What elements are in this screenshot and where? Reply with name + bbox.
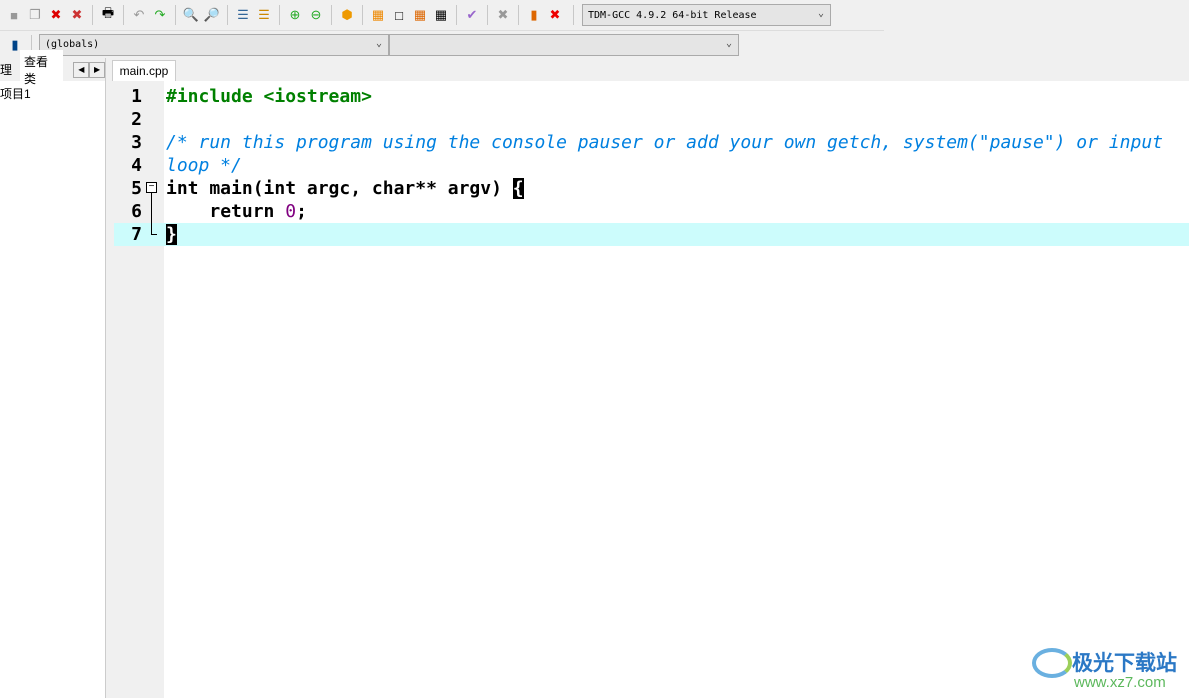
line-number: 5 <box>131 178 142 199</box>
separator <box>123 5 124 25</box>
code-text: int main(int argc, char** argv) { <box>166 177 1185 200</box>
compile-run-icon[interactable]: ▦ <box>411 6 429 24</box>
line-number: 4 <box>131 155 142 176</box>
code-editor[interactable]: 1 #include <iostream> 2 3/* run this progra… <box>114 81 1189 698</box>
indent-icon[interactable]: ☰ <box>234 6 252 24</box>
tab-scroll-right[interactable]: ▶ <box>89 61 106 78</box>
scope-select[interactable]: (globals) ⌄ <box>39 33 389 56</box>
separator <box>456 5 457 25</box>
tab-project[interactable]: 理 <box>0 61 14 78</box>
code-line[interactable]: 3/* run this program using the console p… <box>114 131 1189 176</box>
code-token: int main(int argc, char** argv) <box>166 178 513 199</box>
watermark-swirl-icon <box>1032 648 1072 678</box>
fold-line <box>151 193 157 235</box>
code-token: return <box>166 201 286 222</box>
watermark-title: 极光下载站 <box>1072 652 1177 675</box>
compile-icon[interactable]: ▦ <box>369 6 387 24</box>
code-text: return 0; <box>166 200 1185 223</box>
code-line[interactable]: 1 #include <iostream> <box>114 85 1189 108</box>
close-file-icon[interactable]: ✖ <box>47 6 65 24</box>
unindent-icon[interactable]: ☰ <box>255 6 273 24</box>
delete-profile-icon[interactable]: ✖ <box>546 6 564 24</box>
member-select[interactable]: ⌄ <box>389 33 739 56</box>
separator <box>487 5 488 25</box>
line-number: 6 <box>131 201 142 222</box>
watermark-logo: 极光下载站 www.xz7.com <box>1030 640 1180 695</box>
editor-tab-label: main.cpp <box>119 64 169 78</box>
main-toolbar: ■ ❐ ✖ ✖ 🖶 ↶ ↷ 🔍 🔎 ☰ ☰ ⊕ ⊖ ⬢ ▦ □ ▦ ▦ ✔ ✖ … <box>0 0 884 31</box>
code-text: } <box>166 223 1185 246</box>
scope-value: (globals) <box>45 39 100 50</box>
replace-icon[interactable]: 🔎 <box>203 6 221 24</box>
tab-scroll-left[interactable]: ◀ <box>73 61 90 78</box>
line-number: 3 <box>131 132 142 153</box>
code-token: { <box>512 178 524 199</box>
separator <box>573 5 574 25</box>
separator <box>175 5 176 25</box>
new-icon[interactable]: ■ <box>5 6 23 24</box>
code-token: ; <box>296 201 307 222</box>
code-token: } <box>166 224 177 245</box>
rebuild-icon[interactable]: ▦ <box>432 6 450 24</box>
tab-classes[interactable]: 查看类 <box>20 49 64 90</box>
copy-icon[interactable]: ❐ <box>26 6 44 24</box>
code-line[interactable]: 7} <box>114 223 1189 246</box>
syntax-check-icon[interactable]: ✔ <box>463 6 481 24</box>
project-panel: 理 查看类 ◀ ▶ 项目1 <box>0 49 106 698</box>
code-token: #include <iostream> <box>166 86 372 107</box>
fold-toggle-icon[interactable]: − <box>146 182 157 193</box>
run-icon[interactable]: □ <box>390 6 408 24</box>
code-line[interactable]: 5 int main(int argc, char** argv) { <box>114 177 1189 200</box>
chevron-down-icon: ⌄ <box>375 37 382 49</box>
editor-tab[interactable]: main.cpp <box>112 60 176 81</box>
code-line[interactable]: 4 <box>114 154 1189 177</box>
separator <box>279 5 280 25</box>
separator <box>362 5 363 25</box>
profile-icon[interactable]: ▮ <box>525 6 543 24</box>
find-icon[interactable]: 🔍 <box>182 6 200 24</box>
code-text: #include <iostream> <box>166 85 1185 108</box>
class-toolbar: ▮ (globals) ⌄ ⌄ <box>0 31 744 58</box>
compiler-value: TDM-GCC 4.9.2 64-bit Release <box>588 9 757 21</box>
print-icon[interactable]: 🖶 <box>99 5 117 24</box>
bookmark-icon[interactable]: ⊖ <box>307 6 325 24</box>
line-number: 2 <box>131 109 142 130</box>
separator <box>92 5 93 25</box>
bug-icon[interactable]: ⬢ <box>338 6 356 24</box>
close-all-icon[interactable]: ✖ <box>68 6 86 24</box>
redo-icon[interactable]: ↷ <box>151 6 169 24</box>
compiler-select[interactable]: TDM-GCC 4.9.2 64-bit Release ⌄ <box>582 4 831 26</box>
stop-icon[interactable]: ✖ <box>494 6 512 24</box>
line-number: 1 <box>131 86 142 107</box>
separator <box>227 5 228 25</box>
line-number: 7 <box>131 224 142 245</box>
code-line[interactable]: 2 <box>114 108 1189 131</box>
watermark-url: www.xz7.com <box>1074 674 1166 691</box>
chevron-down-icon: ⌄ <box>725 37 732 49</box>
code-line[interactable]: 6 return 0; <box>114 200 1189 223</box>
panel-tabs: 理 查看类 ◀ ▶ <box>0 49 106 90</box>
undo-icon[interactable]: ↶ <box>130 6 148 24</box>
separator <box>331 5 332 25</box>
separator <box>518 5 519 25</box>
code-token: 0 <box>285 201 297 222</box>
goto-icon[interactable]: ⊕ <box>286 6 304 24</box>
chevron-down-icon: ⌄ <box>817 8 824 19</box>
